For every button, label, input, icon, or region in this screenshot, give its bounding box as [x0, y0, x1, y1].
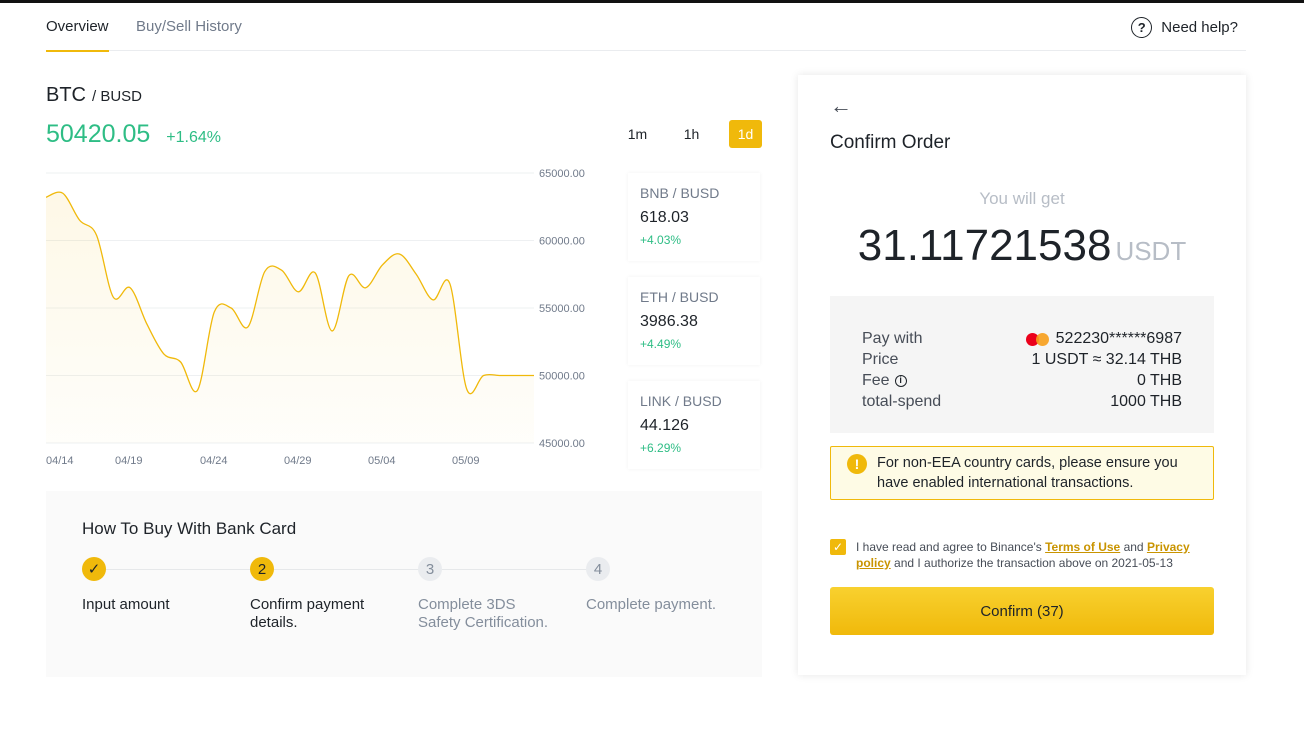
pair-title: BTC / BUSD — [46, 84, 142, 107]
step-3-number: 3 — [418, 557, 442, 581]
y-tick-label: 60000.00 — [539, 236, 585, 248]
card-price: 44.126 — [640, 417, 689, 434]
terms-link[interactable]: Terms of Use — [1045, 540, 1120, 554]
detail-row-price: Price 1 USDT ≈ 32.14 THB — [862, 349, 1182, 370]
panel-title: Confirm Order — [830, 132, 951, 153]
warning-icon: ! — [847, 454, 867, 474]
card-price: 618.03 — [640, 209, 689, 226]
step-1-label: Input amount — [82, 596, 170, 613]
detail-key: Price — [862, 351, 899, 368]
pair-card-link[interactable]: LINK / BUSD 44.126 +6.29% — [628, 381, 760, 469]
step-connector — [274, 569, 420, 570]
how-to-buy-panel: How To Buy With Bank Card ✓ 2 3 4 Input … — [46, 491, 762, 677]
agree-checkbox[interactable]: ✓ — [830, 539, 846, 555]
pair-card-bnb[interactable]: BNB / BUSD 618.03 +4.03% — [628, 173, 760, 261]
warning-text: For non-EEA country cards, please ensure… — [877, 455, 1178, 491]
card-pair: LINK / BUSD — [640, 393, 722, 409]
x-tick-label: 05/09 — [452, 455, 480, 467]
step-connector — [106, 569, 252, 570]
current-price: 50420.05 — [46, 120, 151, 148]
step-2-label: Confirm payment details. — [250, 596, 365, 631]
y-tick-label: 55000.00 — [539, 303, 585, 315]
price-chart: 65000.00 60000.00 55000.00 50000.00 45000.00… — [46, 165, 606, 475]
amount-unit: USDT — [1115, 236, 1187, 266]
tab-buy-sell-history[interactable]: Buy/Sell History — [136, 18, 242, 35]
step-2-number: 2 — [250, 557, 274, 581]
back-arrow-icon[interactable]: ← — [830, 93, 852, 119]
x-tick-label: 04/24 — [200, 455, 228, 467]
step-4-label: Complete payment. — [586, 596, 717, 613]
detail-row-total: total-spend 1000 THB — [862, 391, 1182, 412]
you-will-get-label: You will get — [979, 189, 1065, 208]
help-link[interactable]: ? Need help? — [1131, 17, 1238, 38]
detail-key: total-spend — [862, 393, 942, 410]
step-1-check-icon: ✓ — [82, 557, 106, 581]
pair-quote: BUSD — [100, 88, 143, 105]
help-label: Need help? — [1161, 19, 1238, 36]
how-to-title: How To Buy With Bank Card — [82, 519, 297, 538]
detail-value: 1 USDT ≈ 32.14 THB — [1031, 351, 1182, 368]
interval-1d[interactable]: 1d — [729, 120, 762, 148]
confirm-button[interactable]: Confirm (37) — [830, 587, 1214, 635]
info-icon[interactable]: i — [894, 374, 907, 387]
agree-suffix: and I authorize the transaction above on… — [890, 556, 1173, 570]
step-3-label: Complete 3DS Safety Certification. — [418, 596, 549, 631]
agreement: ✓ I have read and agree to Binance's Ter… — [830, 539, 1214, 571]
warning-banner: ! For non-EEA country cards, please ensu… — [830, 446, 1214, 500]
detail-row-fee: Fee i 0 THB — [862, 370, 1182, 391]
interval-1m[interactable]: 1m — [621, 120, 654, 148]
detail-key: Pay with — [862, 330, 923, 347]
pair-quote-wrap: / BUSD — [92, 88, 142, 105]
x-tick-label: 04/29 — [284, 455, 312, 467]
y-tick-label: 50000.00 — [539, 371, 585, 383]
card-change: +4.03% — [640, 233, 682, 247]
interval-1h[interactable]: 1h — [675, 120, 708, 148]
pair-card-eth[interactable]: ETH / BUSD 3986.38 +4.49% — [628, 277, 760, 365]
detail-value: 1000 THB — [1110, 393, 1182, 410]
chart-svg: 65000.00 60000.00 55000.00 50000.00 45000.00… — [46, 168, 585, 467]
pair-separator: / — [92, 88, 97, 105]
agree-and: and — [1120, 540, 1147, 554]
step-4-number: 4 — [586, 557, 610, 581]
pair-base: BTC — [46, 84, 86, 106]
y-tick-label: 65000.00 — [539, 168, 585, 180]
receive-amount: 31.11721538 USDT — [798, 221, 1246, 271]
detail-key-wrap: Fee i — [862, 370, 907, 391]
detail-row-pay-with: Pay with 522230******6987 — [862, 328, 1182, 349]
detail-value-wrap: 522230******6987 — [1025, 328, 1182, 349]
detail-value: 522230******6987 — [1055, 330, 1182, 347]
question-icon: ? — [1131, 17, 1153, 38]
card-change: +6.29% — [640, 441, 682, 455]
y-tick-label: 45000.00 — [539, 438, 585, 450]
card-pair: ETH / BUSD — [640, 289, 719, 305]
tab-overview[interactable]: Overview — [46, 18, 109, 52]
x-tick-label: 04/19 — [115, 455, 143, 467]
mastercard-icon — [1025, 332, 1050, 346]
amount-value: 31.11721538 — [857, 221, 1112, 270]
card-price: 3986.38 — [640, 313, 698, 330]
x-tick-label: 04/14 — [46, 455, 74, 467]
tab-bar: Overview Buy/Sell History ? Need help? — [46, 3, 1246, 52]
step-connector — [442, 569, 588, 570]
x-tick-label: 05/04 — [368, 455, 396, 467]
card-pair: BNB / BUSD — [640, 185, 720, 201]
price-change: +1.64% — [166, 129, 221, 146]
order-details: Pay with 522230******6987 Price 1 USDT ≈… — [830, 296, 1214, 433]
card-change: +4.49% — [640, 337, 682, 351]
detail-value: 0 THB — [1136, 372, 1182, 389]
price-row: 50420.05 +1.64% — [46, 120, 221, 149]
detail-key: Fee — [862, 372, 890, 389]
agree-prefix: I have read and agree to Binance's — [856, 540, 1046, 554]
confirm-order-panel: ← Confirm Order You will get 31.11721538… — [798, 75, 1246, 675]
price-area — [46, 192, 534, 443]
